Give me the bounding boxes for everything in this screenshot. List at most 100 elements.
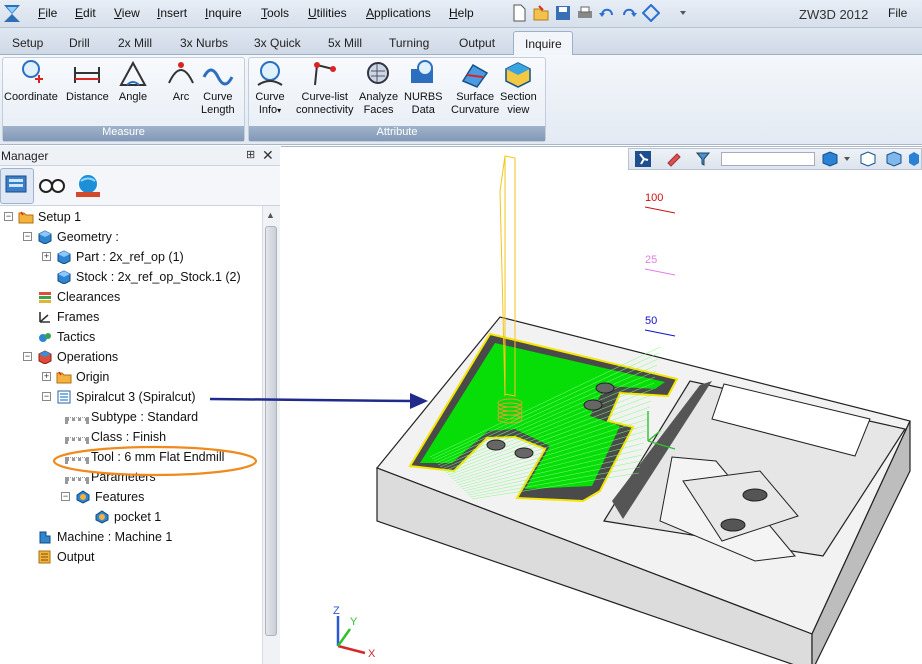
tree-node[interactable]: Frames [0,308,262,326]
tab-3x-nurbs[interactable]: 3x Nurbs [180,36,228,50]
button-label-line2-wrap: Length [201,104,235,117]
arc-icon [168,62,194,84]
menu-view[interactable]: View [114,6,140,20]
tree-node[interactable]: Class : Finish [0,428,262,446]
folder-icon [18,211,34,224]
3d-viewport[interactable]: 100 25 50 Z X Y [281,146,922,664]
tree-node[interactable]: Tactics [0,328,262,346]
surface-curvature-button[interactable]: Surface Curvature [451,59,499,117]
view-dropdown-icon[interactable] [843,154,851,164]
angle-button[interactable]: Angle [117,59,149,104]
undo-icon[interactable] [598,4,616,22]
shaded-view-icon[interactable] [821,151,839,167]
menu-insert[interactable]: Insert [157,6,187,20]
tree-node[interactable]: − Geometry : [0,228,262,246]
expand-toggle-icon[interactable]: + [42,252,51,261]
view-glasses-icon[interactable] [36,170,68,200]
tree-node[interactable]: − Setup 1 [0,208,262,226]
redo-icon[interactable] [620,4,638,22]
tree-node[interactable]: Subtype : Standard [0,408,262,426]
tree-node[interactable]: Machine : Machine 1 [0,528,262,546]
wireframe-view-icon[interactable] [859,151,877,167]
tree-node[interactable]: − Operations [0,348,262,366]
tree-node[interactable]: − Spiralcut 3 (Spiralcut) [0,388,262,406]
menu-help[interactable]: Help [449,6,474,20]
expand-toggle-icon[interactable]: + [42,372,51,381]
tree-node[interactable]: + Origin [0,368,262,386]
nurbs-data-button[interactable]: NURBS Data [404,59,443,117]
curve-info-button[interactable]: Curve Info▾ [254,59,286,117]
tree-node[interactable]: Output [0,548,262,566]
menu-edit[interactable]: Edit [75,6,96,20]
filter-icon[interactable] [695,151,711,167]
menu-tools[interactable]: Tools [261,6,289,20]
distance-button[interactable]: Distance [66,59,109,104]
save-icon[interactable] [554,4,572,22]
collapse-toggle-icon[interactable]: − [23,232,32,241]
menu-utilities[interactable]: Utilities [308,6,347,20]
coordinate-button[interactable]: Coordinate [4,59,58,104]
tab-output[interactable]: Output [459,36,495,50]
file-menu-right[interactable]: File [888,6,907,20]
collapse-toggle-icon[interactable]: − [61,492,70,501]
hole-feature [514,447,534,459]
tree-node[interactable]: Tool : 6 mm Flat Endmill [0,448,262,466]
menu-mnemonic: U [308,6,317,20]
eraser-icon[interactable] [665,151,681,167]
close-icon[interactable]: ✕ [262,147,274,164]
customize-dropdown-icon[interactable] [674,4,692,22]
regen-icon[interactable] [642,4,660,22]
collapse-toggle-icon[interactable]: − [4,212,13,221]
tab-drill[interactable]: Drill [69,36,90,50]
analyze-faces-button[interactable]: Analyze Faces [359,59,398,117]
menu-file[interactable]: File [38,6,57,20]
tab-turning[interactable]: Turning [389,36,429,50]
curve-list-icon [313,62,336,86]
tab-setup[interactable]: Setup [12,36,43,50]
viewport-filter-input[interactable] [721,152,815,166]
tab-3x-quick[interactable]: 3x Quick [254,36,301,50]
menu-applications[interactable]: Applications [366,6,431,20]
menu-label-rest: elp [457,6,474,20]
menu-mnemonic: E [75,6,84,20]
tab-5x-mill[interactable]: 5x Mill [328,36,362,50]
tree-node[interactable]: + Part : 2x_ref_op (1) [0,248,262,266]
new-file-icon[interactable] [510,4,528,22]
history-manager-icon[interactable] [2,170,34,200]
runner-icon[interactable] [635,151,651,167]
tactics-icon [39,333,51,342]
section-view-button[interactable]: Section view [500,59,537,117]
globe-icon[interactable] [72,170,104,200]
open-file-icon[interactable] [532,4,550,22]
collapse-toggle-icon[interactable]: − [23,352,32,361]
tree-node-label: Class : Finish [91,430,167,444]
menu-label-rest: iew [121,6,140,20]
tree-scrollbar[interactable]: ▲ [262,206,280,664]
tree-node[interactable]: Parameters [0,468,262,486]
dropdown-arrow-icon[interactable]: ▾ [277,106,281,115]
curve-list-button[interactable]: Curve-list connectivity [296,59,353,117]
pin-icon[interactable]: ⊞ [246,148,255,161]
iso-view-icon[interactable] [885,151,903,167]
tree-node[interactable]: pocket 1 [0,508,262,526]
scroll-thumb[interactable] [265,226,277,636]
menu-inquire[interactable]: Inquire [205,6,242,20]
tree-node[interactable]: Clearances [0,288,262,306]
print-icon[interactable] [576,4,594,22]
scroll-up-icon[interactable]: ▲ [266,210,275,220]
tree-connector [65,477,89,481]
feature-icon [76,490,90,504]
arc-button[interactable]: Arc [165,59,197,104]
curve-length-button[interactable]: Curve Length [201,59,235,117]
tree-node[interactable]: − Features [0,488,262,506]
hole-feature [486,439,506,451]
tree-connector [65,457,89,461]
collapse-toggle-icon[interactable]: − [42,392,51,401]
zw3d-logo-icon[interactable] [2,2,22,24]
tree-node[interactable]: Stock : 2x_ref_op_Stock.1 (2) [0,268,262,286]
more-views-icon[interactable] [907,151,921,167]
tab-inquire[interactable]: Inquire [513,31,573,56]
zw3d-window: File Edit View Insert Inquire Tools Utilities A… [0,0,922,664]
curve-info-icon [257,61,283,86]
tab-2x-mill[interactable]: 2x Mill [118,36,152,50]
